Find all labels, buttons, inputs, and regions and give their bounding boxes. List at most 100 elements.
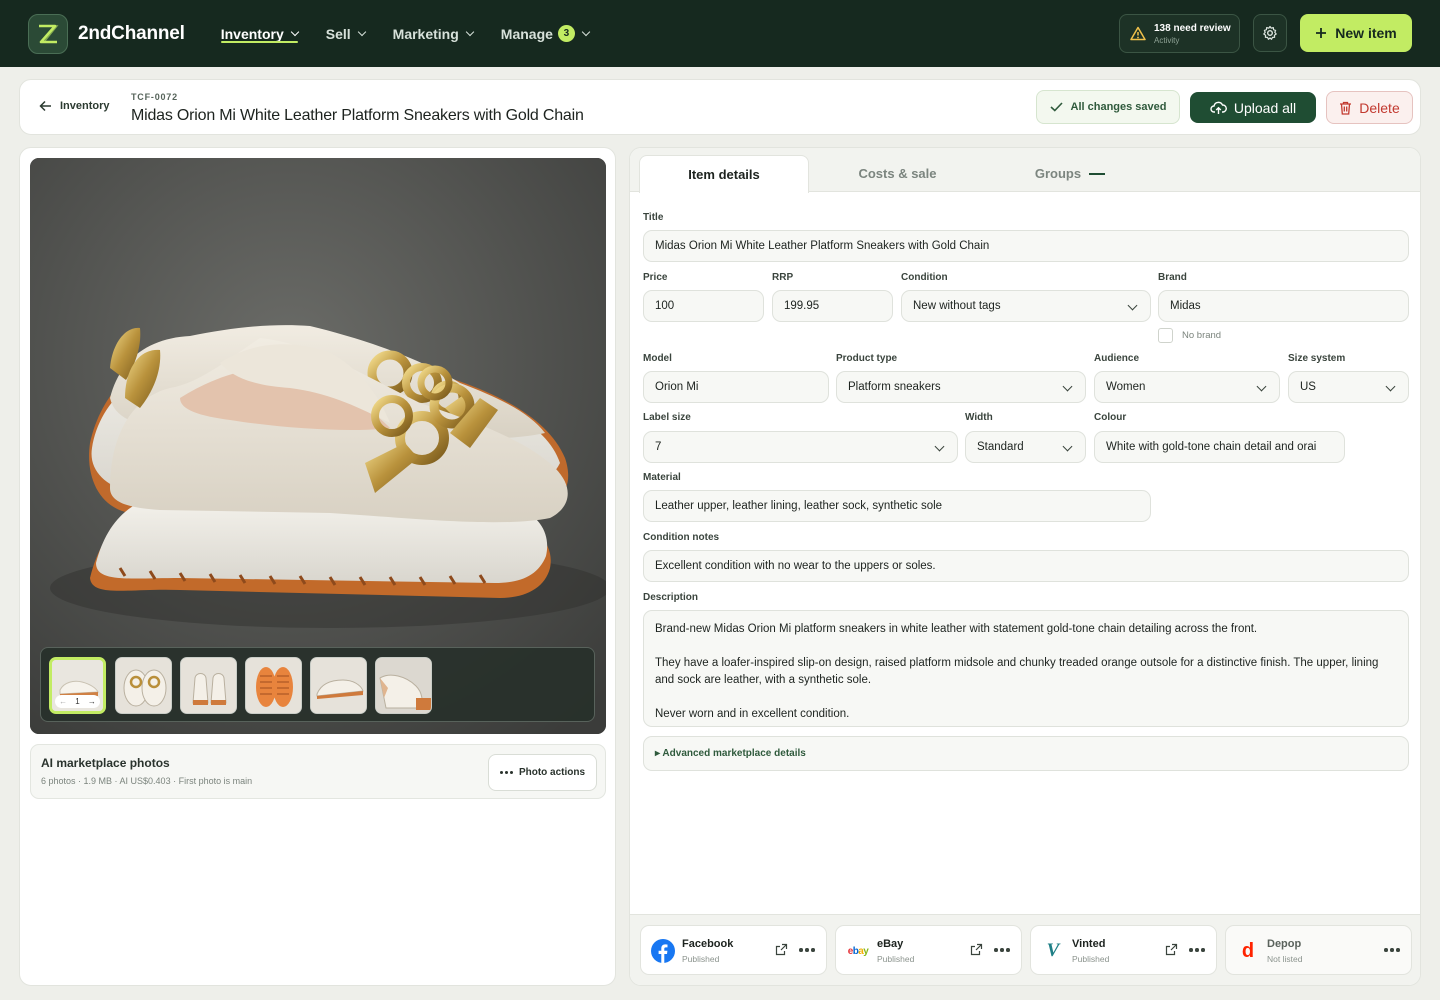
save-status-text: All changes saved [1070,101,1167,113]
photo-nav-pill[interactable]: ← 1 → [55,695,100,708]
brand-field[interactable]: Midas [1158,290,1409,322]
marketplace-name: eBay [877,938,904,950]
description-textarea[interactable]: Brand-new Midas Orion Mi platform sneake… [643,610,1409,727]
advanced-marketplace-details-toggle[interactable]: ▸ Advanced marketplace details [643,736,1409,771]
photo-actions-label: Photo actions [518,767,586,778]
width-select[interactable]: Standard [965,431,1086,463]
price-value: 100 [655,300,675,312]
no-brand-checkbox[interactable] [1158,328,1173,343]
app-logo[interactable] [28,13,68,54]
plus-icon [1316,28,1327,38]
marketplace-name: Facebook [682,938,734,950]
nav-inventory[interactable]: Inventory [220,0,299,67]
model-label: Model [643,353,672,364]
more-options-icon[interactable] [799,948,815,952]
title-field[interactable]: Midas Orion Mi White Leather Platform Sn… [643,230,1409,262]
tab-groups[interactable]: Groups [985,155,1155,192]
photo-thumbnail-strip: ← 1 → [40,647,595,722]
nav-manage-label: Manage [500,25,553,42]
external-link-icon[interactable] [775,943,788,956]
marketplace-card-ebay[interactable]: ebay eBay Published [835,925,1022,975]
delete-button[interactable]: Delete [1326,91,1413,124]
nav-manage[interactable]: Manage 3 [500,0,591,67]
size-system-label: Size system [1288,353,1346,364]
chevron-down-icon [1127,300,1138,311]
save-status-badge: All changes saved [1036,90,1180,124]
review-alert-button[interactable]: 138 need review Activity [1119,14,1240,53]
tab-costs-sale[interactable]: Costs & sale [810,155,985,192]
marketplace-card-facebook[interactable]: Facebook Published [640,925,827,975]
tab-item-details[interactable]: Item details [639,155,809,193]
more-options-icon[interactable] [1189,948,1205,952]
material-field[interactable]: Leather upper, leather lining, leather s… [643,490,1151,522]
marketplace-status: Not listed [1267,954,1303,964]
delete-label: Delete [1359,99,1400,116]
material-label: Material [643,472,681,483]
price-field[interactable]: 100 [643,290,764,322]
nav-sell[interactable]: Sell [325,0,366,67]
label-size-select[interactable]: 7 [643,431,958,463]
description-label: Description [643,592,699,603]
ai-photos-card: AI marketplace photos 6 photos · 1.9 MB … [30,744,606,799]
review-sub-text: Activity [1154,35,1180,45]
marketplace-card-depop[interactable]: d Depop Not listed [1225,925,1412,975]
chevron-down-icon [357,27,366,37]
brand-value: Midas [1170,300,1201,312]
external-link-icon[interactable] [970,943,983,956]
tab-bar: Item details Costs & sale Groups [630,148,1420,193]
title-value: Midas Orion Mi White Leather Platform Sn… [655,240,990,252]
back-label: Inventory [60,100,110,112]
ai-photos-title: AI marketplace photos [41,756,170,770]
audience-select[interactable]: Women [1094,371,1280,403]
chevron-down-icon [1385,381,1396,392]
settings-button[interactable] [1253,14,1287,52]
arrow-left-icon[interactable]: ← [59,697,67,706]
thumbnail-1[interactable]: ← 1 → [49,657,106,714]
rrp-field[interactable]: 199.95 [772,290,893,322]
no-brand-label: No brand [1182,330,1222,341]
label-size-value: 7 [655,441,662,453]
thumbnail-6[interactable] [375,657,432,714]
width-value: Standard [977,441,1024,453]
back-to-inventory-link[interactable]: Inventory [39,100,110,112]
colour-field[interactable]: White with gold-tone chain detail and or… [1094,431,1345,463]
new-item-button[interactable]: New item [1300,14,1412,52]
more-options-icon[interactable] [1384,948,1400,952]
size-system-select[interactable]: US [1288,371,1409,403]
model-value: Orion Mi [655,381,699,393]
photo-actions-button[interactable]: Photo actions [488,754,597,791]
thumbnail-2[interactable] [115,657,172,714]
thumbnail-5[interactable] [310,657,367,714]
thumbnail-3[interactable] [180,657,237,714]
page-title: Midas Orion Mi White Leather Platform Sn… [131,107,584,124]
description-paragraph: They have a loafer-inspired slip-on desi… [655,657,1379,686]
advanced-details-label: ▸ Advanced marketplace details [655,748,806,759]
gear-icon [1263,25,1277,40]
product-type-value: Platform sneakers [848,381,941,393]
nav-marketing[interactable]: Marketing [393,0,475,67]
nav-sell-label: Sell [325,25,351,42]
more-options-icon[interactable] [994,948,1010,952]
warning-icon [1130,26,1146,41]
product-type-select[interactable]: Platform sneakers [836,371,1086,403]
chevron-down-icon [1256,381,1267,392]
groups-empty-indicator [1089,172,1106,175]
condition-notes-field[interactable]: Excellent condition with no wear to the … [643,550,1409,582]
chevron-down-icon [1062,381,1073,392]
description-paragraph: Never worn and in excellent condition. [655,708,850,720]
no-brand-option[interactable]: No brand [1158,328,1221,343]
thumbnail-4[interactable] [245,657,302,714]
arrow-right-icon[interactable]: → [88,697,96,706]
upload-all-label: Upload all [1233,99,1297,116]
marketplace-name: Depop [1267,938,1302,950]
external-link-icon[interactable] [1165,943,1178,956]
tab-groups-label: Groups [1034,166,1082,181]
upload-all-button[interactable]: Upload all [1190,92,1316,123]
cloud-upload-icon [1210,101,1227,114]
tab-costs-sale-label: Costs & sale [858,166,937,181]
marketplace-card-vinted[interactable]: V Vinted Published [1030,925,1217,975]
condition-select[interactable]: New without tags [901,290,1151,322]
label-size-label: Label size [643,412,691,423]
model-field[interactable]: Orion Mi [643,371,829,403]
main-product-photo[interactable]: ← 1 → [30,158,606,734]
